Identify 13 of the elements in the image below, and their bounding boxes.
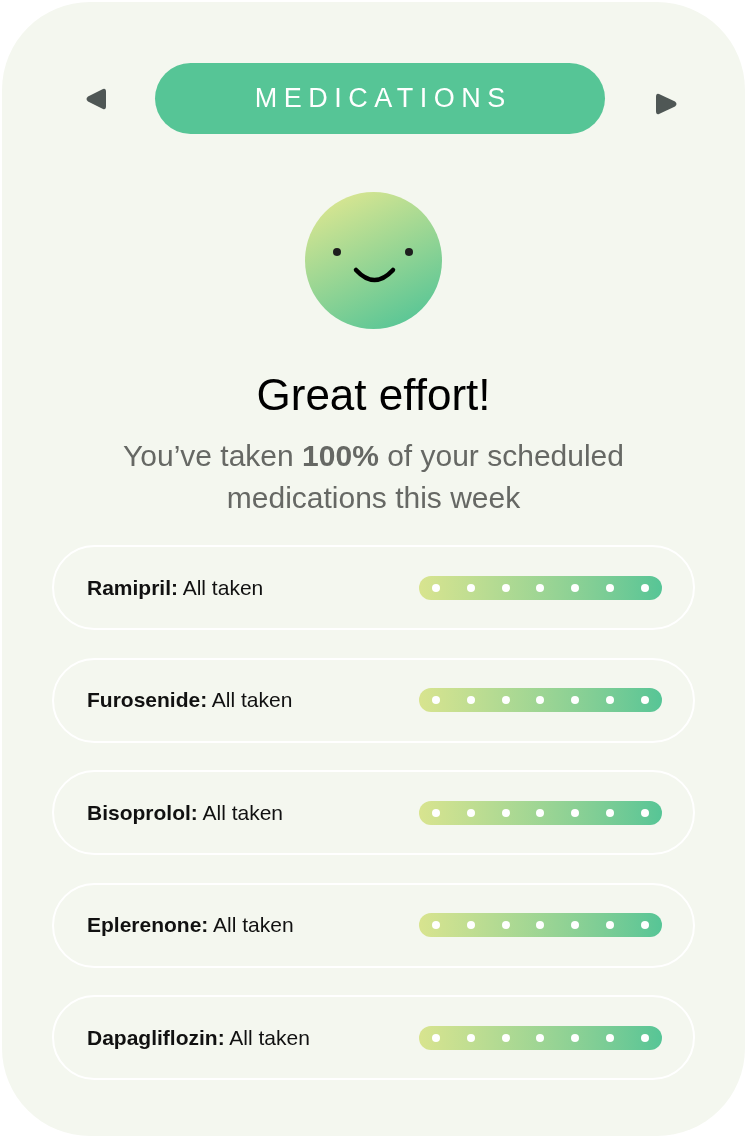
summary-heading: Great effort! [256, 369, 491, 421]
medication-status: Eplerenone: All taken [87, 912, 294, 939]
summary-message: You’ve taken 100% of your scheduled medications this week [122, 438, 625, 516]
medication-status: Dapagliflozin: All taken [87, 1024, 310, 1051]
medication-status: Bisoprolol: All taken [87, 799, 284, 826]
medication-status: Ramipril: All taken [87, 574, 264, 601]
next-button[interactable] [656, 92, 678, 115]
smiley-face-icon [305, 192, 442, 329]
medication-status: Furosenide: All taken [87, 687, 293, 714]
triangle-left-icon [85, 87, 106, 110]
section-title: MEDICATIONS [155, 63, 605, 134]
triangle-right-icon [656, 92, 678, 115]
previous-button[interactable] [85, 87, 106, 110]
